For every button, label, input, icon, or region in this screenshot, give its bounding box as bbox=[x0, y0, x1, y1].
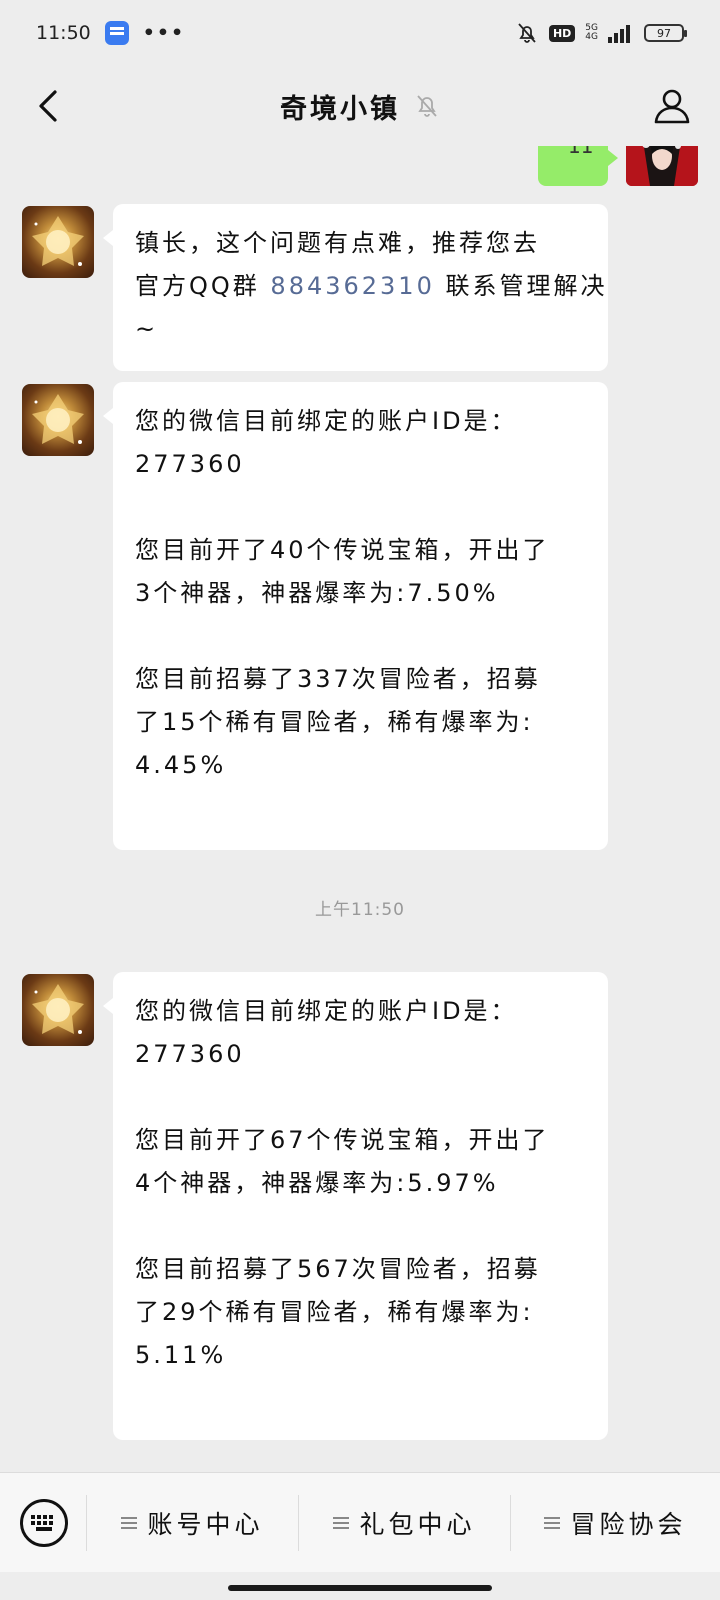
message-line: 277360 bbox=[135, 443, 586, 486]
chat-area[interactable]: 11 镇长，这个问题有点难，推荐您去 官方QQ群 884362310 联系管理解决… bbox=[0, 146, 720, 1472]
person-icon bbox=[654, 89, 690, 124]
message-line: 您的微信目前绑定的账户ID是： bbox=[135, 400, 586, 443]
message-line: 3个神器，神器爆率为:7.50% bbox=[135, 572, 586, 615]
message-line: 了29个稀有冒险者，稀有爆率为: bbox=[135, 1291, 586, 1334]
menu-account-center[interactable]: 账号中心 bbox=[87, 1473, 298, 1573]
message-text: 277360 bbox=[135, 450, 245, 478]
message-text: 您目前招募了567次冒险者，招募 bbox=[135, 1255, 541, 1283]
bottom-menu-bar: 账号中心 礼包中心 冒险协会 bbox=[0, 1472, 720, 1572]
message-text: 5.11% bbox=[135, 1341, 227, 1369]
bot-avatar[interactable] bbox=[22, 384, 94, 456]
message-line: 277360 bbox=[135, 1033, 586, 1076]
menu-lines-icon bbox=[333, 1517, 350, 1529]
keyboard-toggle-button[interactable] bbox=[20, 1499, 68, 1547]
message-text: 了29个稀有冒险者，稀有爆率为: bbox=[135, 1298, 534, 1326]
golden-emblem-avatar-image bbox=[32, 216, 84, 266]
bot-avatar[interactable] bbox=[22, 206, 94, 278]
menu-lines-icon bbox=[121, 1517, 138, 1529]
bot-avatar[interactable] bbox=[22, 974, 94, 1046]
message-bubble[interactable]: 您的微信目前绑定的账户ID是： 277360 您目前开了67个传说宝箱，开出了 4个神… bbox=[103, 972, 608, 1440]
golden-emblem-avatar-image bbox=[32, 394, 84, 444]
back-arrow-icon bbox=[39, 90, 57, 122]
menu-label: 冒险协会 bbox=[570, 1510, 687, 1539]
message-line: 您的微信目前绑定的账户ID是： bbox=[135, 990, 586, 1033]
battery-icon: 97 bbox=[644, 24, 687, 42]
network-bottom-label: 4G bbox=[585, 32, 598, 42]
more-notifications-icon: ••• bbox=[142, 22, 186, 44]
message-line: 您目前开了67个传说宝箱，开出了 bbox=[135, 1119, 586, 1162]
message-line: 5.11% bbox=[135, 1334, 586, 1377]
keyboard-icon bbox=[31, 1515, 53, 1531]
message-text: 您目前招募了337次冒险者，招募 bbox=[135, 665, 541, 693]
status-left: 11:50 ••• bbox=[36, 21, 185, 45]
message-bubble[interactable]: 您的微信目前绑定的账户ID是： 277360 您目前开了40个传说宝箱，开出了 3个神… bbox=[103, 382, 608, 850]
message-text: 您的微信目前绑定的账户ID是： bbox=[135, 407, 518, 435]
back-button[interactable] bbox=[26, 84, 70, 128]
group-number-link[interactable]: 884362310 bbox=[270, 272, 434, 300]
signal-icon bbox=[608, 25, 630, 43]
message-line: 4个神器，神器爆率为:5.97% bbox=[135, 1162, 586, 1205]
message-line: 了15个稀有冒险者，稀有爆率为: bbox=[135, 701, 586, 744]
status-time: 11:50 bbox=[36, 22, 91, 44]
message-line: 您目前招募了567次冒险者，招募 bbox=[135, 1248, 586, 1291]
hd-badge: HD bbox=[548, 24, 576, 42]
outgoing-message-bubble[interactable]: 11 bbox=[538, 146, 618, 186]
nav-bar: 奇境小镇 bbox=[0, 66, 720, 146]
menu-label: 礼包中心 bbox=[359, 1510, 476, 1539]
status-bar: 11:50 ••• HD 5G 4G 97 bbox=[0, 0, 720, 66]
message-text: 联系管理解决 bbox=[434, 272, 608, 300]
message-line: 您目前开了40个传说宝箱，开出了 bbox=[135, 529, 586, 572]
menu-adventure-guild[interactable]: 冒险协会 bbox=[511, 1473, 720, 1573]
message-text: 4.45% bbox=[135, 751, 227, 779]
message-text: 3个神器，神器爆率为:7.50% bbox=[135, 579, 499, 607]
menu-lines-icon bbox=[544, 1517, 561, 1529]
message-line: ~ bbox=[135, 308, 586, 351]
outgoing-message-text: 11 bbox=[568, 146, 594, 158]
status-right: HD 5G 4G 97 bbox=[515, 21, 687, 45]
message-line: 官方QQ群 884362310 联系管理解决 bbox=[135, 265, 605, 308]
golden-emblem-avatar-image bbox=[32, 984, 84, 1034]
message-text: 官方QQ群 bbox=[135, 272, 271, 300]
message-text: 您目前开了67个传说宝箱，开出了 bbox=[135, 1126, 550, 1154]
bell-muted-icon bbox=[417, 95, 437, 117]
message-timestamp: 上午11:50 bbox=[315, 900, 405, 920]
message-text: 了15个稀有冒险者，稀有爆率为: bbox=[135, 708, 534, 736]
message-text: ~ bbox=[135, 315, 159, 343]
self-avatar[interactable] bbox=[626, 146, 698, 186]
message-text: 镇长，这个问题有点难，推荐您去 bbox=[135, 229, 540, 257]
app-notification-icon bbox=[104, 21, 129, 45]
self-avatar-image bbox=[626, 146, 698, 186]
menu-label: 账号中心 bbox=[147, 1510, 264, 1539]
page-title: 奇境小镇 bbox=[280, 93, 400, 125]
message-text: 您的微信目前绑定的账户ID是： bbox=[135, 997, 518, 1025]
bell-off-status-icon bbox=[518, 23, 536, 43]
chat-info-button[interactable] bbox=[648, 82, 696, 130]
message-bubble[interactable]: 镇长，这个问题有点难，推荐您去 官方QQ群 884362310 联系管理解决 ~ bbox=[103, 204, 608, 371]
message-line: 镇长，这个问题有点难，推荐您去 bbox=[135, 222, 586, 265]
message-line: 4.45% bbox=[135, 744, 586, 787]
message-line: 您目前招募了337次冒险者，招募 bbox=[135, 658, 586, 701]
menu-gift-center[interactable]: 礼包中心 bbox=[299, 1473, 510, 1573]
nav-title-group: 奇境小镇 bbox=[280, 87, 440, 126]
message-text: 277360 bbox=[135, 1040, 245, 1068]
network-type: 5G 4G bbox=[585, 24, 598, 42]
message-text: 4个神器，神器爆率为:5.97% bbox=[135, 1169, 499, 1197]
home-indicator[interactable] bbox=[228, 1585, 492, 1591]
message-text: 您目前开了40个传说宝箱，开出了 bbox=[135, 536, 550, 564]
